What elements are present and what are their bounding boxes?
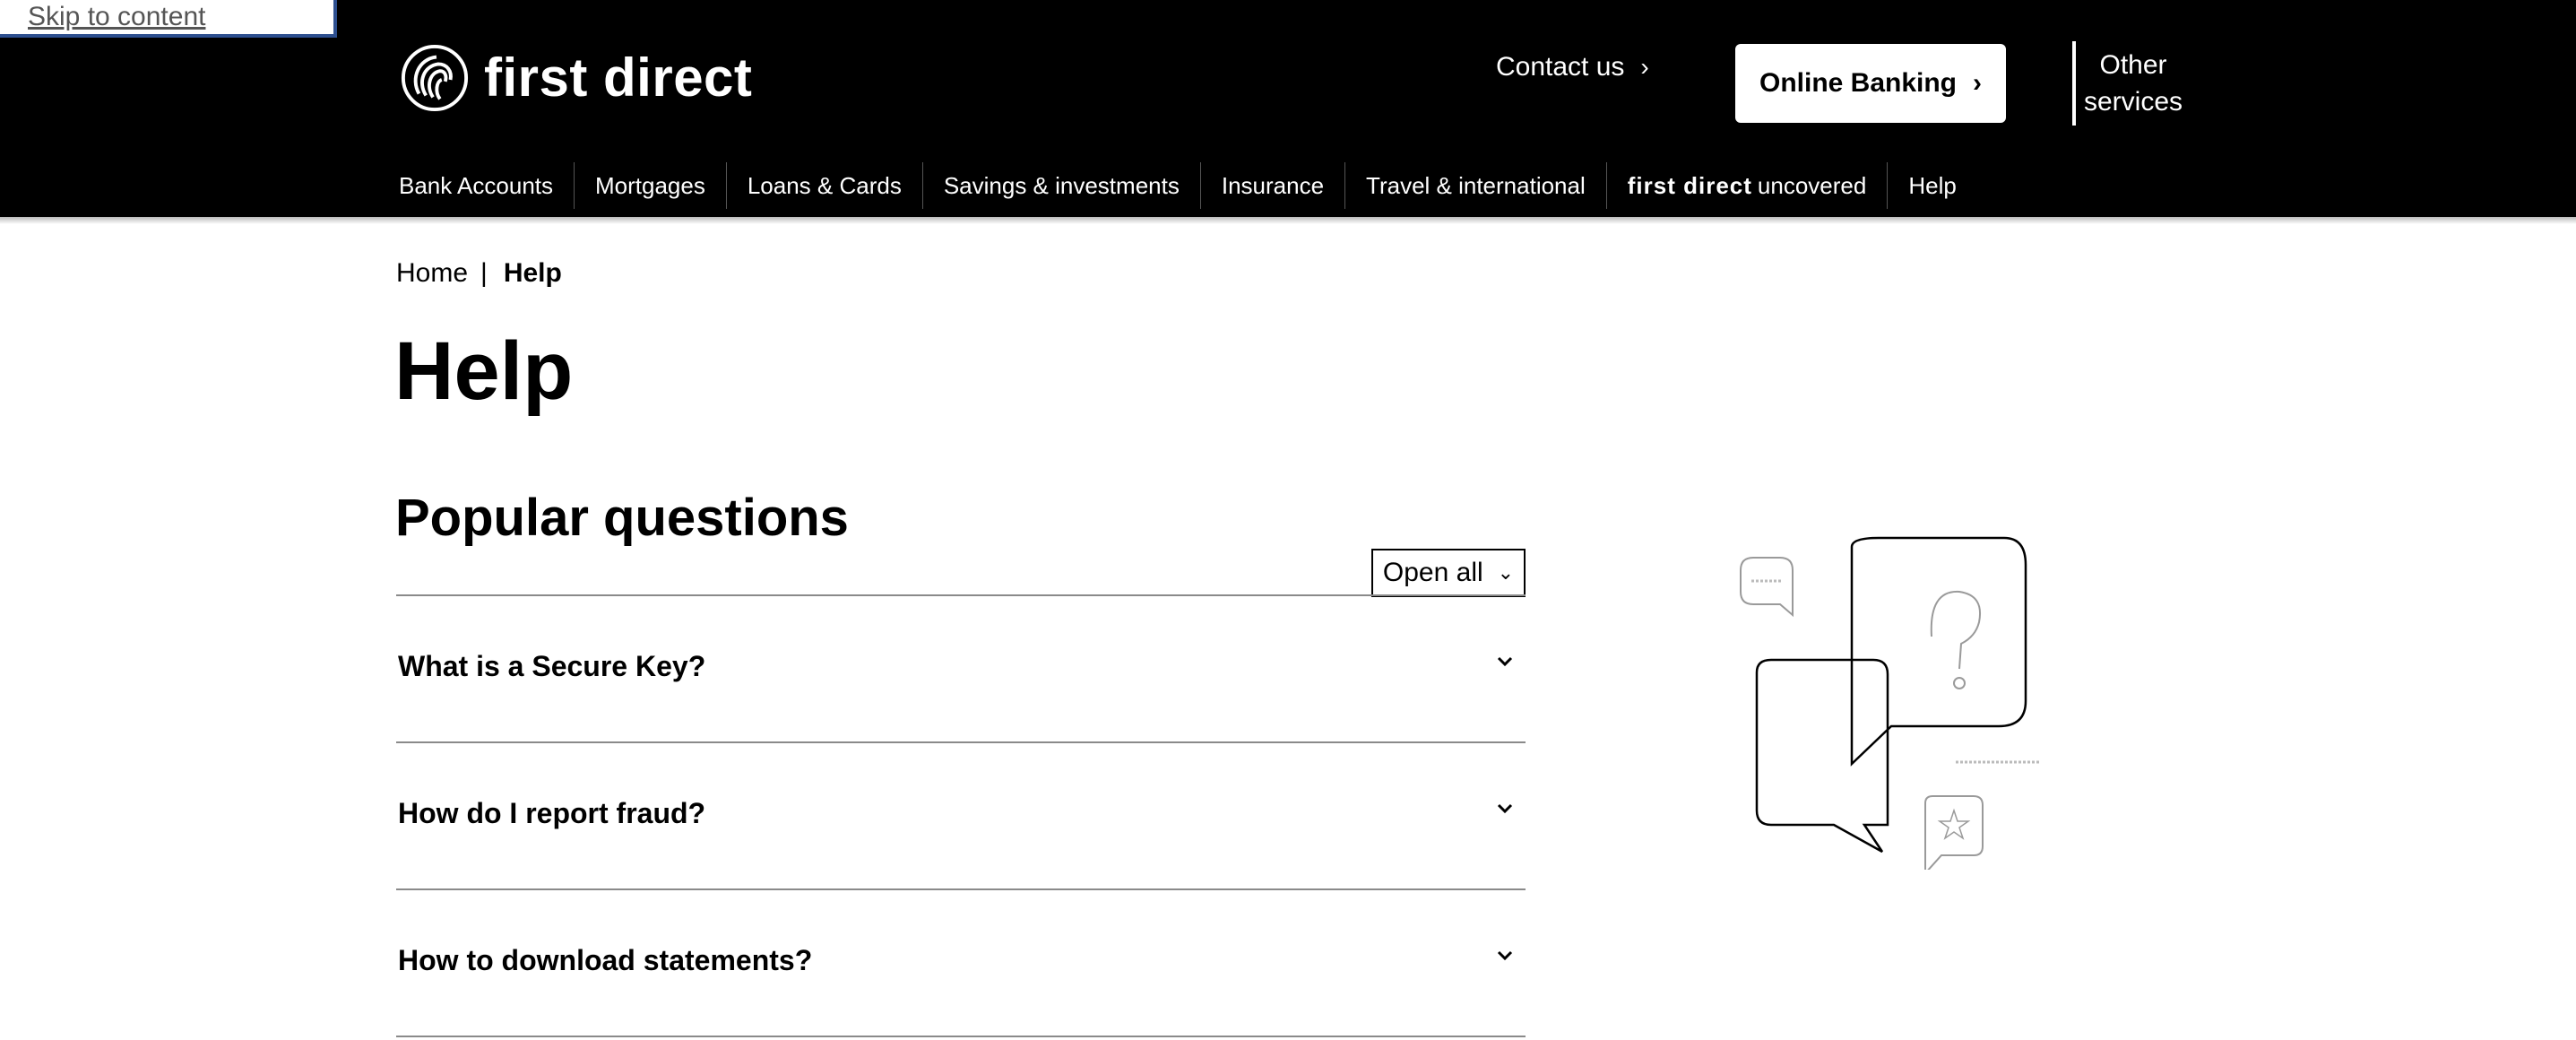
- skip-link-box: Skip to content: [0, 0, 337, 38]
- nav-item-label: Savings & investments: [943, 171, 1180, 199]
- nav-item-label: Loans & Cards: [747, 171, 902, 199]
- nav-item-brand: first direct: [1627, 171, 1752, 199]
- chevron-right-icon: ›: [1640, 53, 1649, 81]
- faq-item[interactable]: What is a Secure Key?: [396, 594, 1526, 741]
- chevron-down-icon: ⌄: [1497, 561, 1515, 584]
- faq-question: How do I report fraud?: [398, 797, 706, 829]
- logo-mark-icon: [401, 44, 469, 112]
- nav-item-mortgages[interactable]: Mortgages: [575, 162, 727, 209]
- contact-us-label: Contact us: [1496, 52, 1625, 82]
- nav-item-loans-cards[interactable]: Loans & Cards: [727, 162, 923, 209]
- nav-item-label: Travel & international: [1366, 171, 1586, 199]
- faq-item[interactable]: How to download statements?: [396, 888, 1526, 1036]
- popular-questions-heading: Popular questions: [395, 489, 849, 547]
- open-all-label: Open all: [1382, 558, 1483, 587]
- nav-item-bank-accounts[interactable]: Bank Accounts: [399, 162, 575, 209]
- chevron-right-icon: ›: [1973, 68, 1983, 98]
- faq-bottom-divider: [396, 1036, 1526, 1037]
- other-services-link[interactable]: Other services: [2083, 47, 2183, 120]
- chevron-down-icon: [1497, 950, 1513, 961]
- brand-name: first direct: [484, 48, 753, 108]
- nav-item-label: uncovered: [1757, 171, 1867, 199]
- online-banking-button[interactable]: Online Banking ›: [1735, 44, 2006, 123]
- nav-item-label: Help: [1908, 171, 1957, 199]
- nav-item-help[interactable]: Help: [1888, 162, 1976, 209]
- chevron-down-icon: [1497, 803, 1513, 814]
- nav-item-label: Bank Accounts: [399, 171, 553, 199]
- other-services-line-1: Other: [2099, 50, 2167, 80]
- nav-item-label: Mortgages: [595, 171, 705, 199]
- header-divider: [2072, 41, 2076, 126]
- faq-question: What is a Secure Key?: [398, 650, 706, 682]
- chevron-down-icon: [1497, 656, 1513, 667]
- nav-item-travel-international[interactable]: Travel & international: [1345, 162, 1607, 209]
- nav-item-first-direct-uncovered[interactable]: first direct uncovered: [1607, 162, 1889, 209]
- online-banking-label: Online Banking: [1759, 68, 1958, 98]
- open-all-button[interactable]: Open all ⌄: [1371, 549, 1526, 597]
- nav-item-savings-investments[interactable]: Savings & investments: [923, 162, 1201, 209]
- breadcrumb: Home | Help: [396, 258, 562, 289]
- page-title: Help: [394, 325, 574, 417]
- faq-question: How to download statements?: [398, 944, 813, 976]
- nav-item-label: Insurance: [1221, 171, 1325, 199]
- other-services-line-2: services: [2083, 87, 2183, 117]
- faq-item[interactable]: How do I report fraud?: [396, 741, 1526, 888]
- header-shadow: [0, 217, 2576, 224]
- skip-to-content-link[interactable]: Skip to content: [28, 2, 205, 32]
- main-navigation: Bank Accounts Mortgages Loans & Cards Sa…: [399, 160, 1977, 212]
- breadcrumb-separator: |: [480, 258, 488, 288]
- breadcrumb-home-link[interactable]: Home: [396, 258, 468, 289]
- nav-item-insurance[interactable]: Insurance: [1201, 162, 1346, 209]
- breadcrumb-current: Help: [503, 258, 562, 288]
- help-chat-illustration-icon: [1740, 536, 2040, 870]
- first-direct-logo[interactable]: first direct: [400, 43, 752, 113]
- contact-us-link[interactable]: Contact us ›: [1496, 52, 1649, 82]
